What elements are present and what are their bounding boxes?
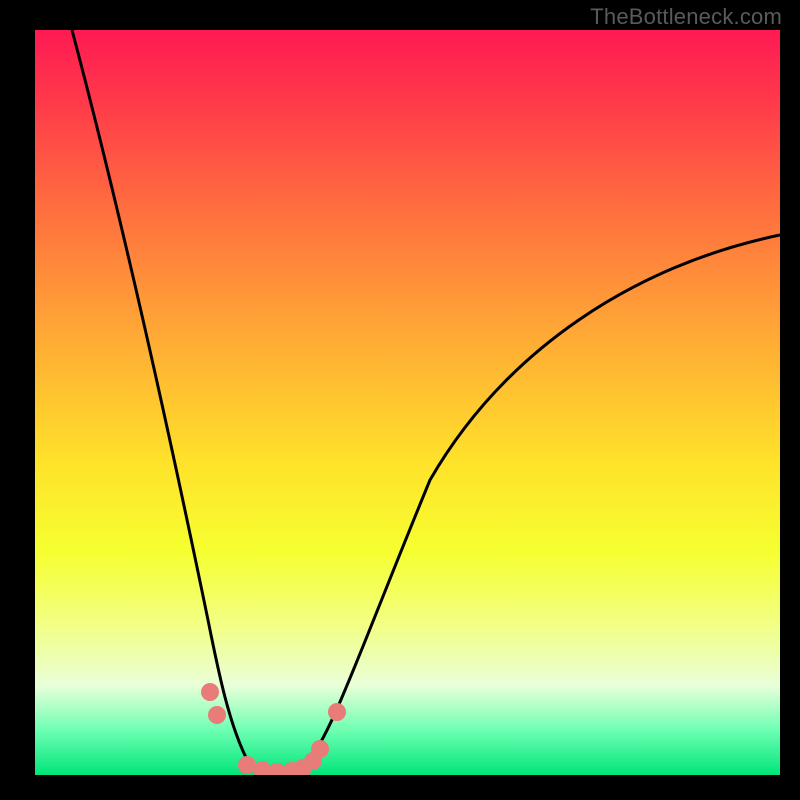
marker-group: [201, 683, 346, 775]
marker-dot: [208, 706, 226, 724]
marker-dot: [201, 683, 219, 701]
marker-dot: [311, 740, 329, 758]
watermark-text: TheBottleneck.com: [590, 4, 782, 30]
marker-dot: [328, 703, 346, 721]
plot-area: [35, 30, 780, 775]
bottleneck-curve: [35, 30, 780, 775]
curve-path: [72, 30, 780, 770]
chart-frame: TheBottleneck.com: [0, 0, 800, 800]
